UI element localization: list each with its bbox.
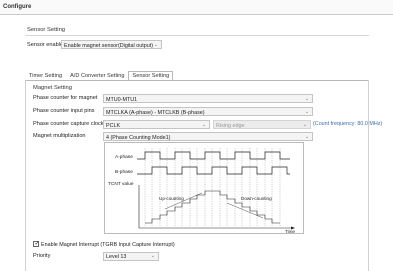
multiplication-value: 4 (Phase Counting Mode1) [106,134,171,141]
chevron-down-icon: ⌄ [304,95,309,102]
capture-clock-select[interactable]: PCLK ⌄ [103,120,210,129]
window-title: Configure [3,4,32,10]
count-frequency-text: (Count frequency: 80.0 MHz) [313,121,383,127]
tcnt-value-label: TCNT value [108,181,134,187]
chevron-down-icon: ⌄ [304,108,309,115]
input-pins-label: Phase counter input pins [33,108,95,114]
time-label: Time [285,229,295,234]
chevron-down-icon: ⌄ [304,133,309,140]
input-pins-select[interactable]: MTCLKA (A-phase) - MTCLKB (B-phase) ⌄ [103,107,313,116]
phase-counter-label: Phase counter for magnet [33,95,98,101]
sensor-enable-select[interactable]: Enable magnet sensor(Digital output) ⌄ [61,40,162,49]
chevron-down-icon: ⌄ [150,253,155,259]
chevron-down-icon: ⌄ [302,121,307,128]
chevron-down-icon: ⌄ [153,41,158,48]
enable-interrupt-label: Enable Magnet Interrupt (TGRB Input Capt… [41,241,175,248]
phase-counter-select[interactable]: MTU0-MTU1 ⌄ [103,94,313,103]
chevron-down-icon: ⌄ [201,121,206,128]
priority-value: Level 13 [106,254,127,260]
phase-counter-value: MTU0-MTU1 [106,96,138,103]
down-counting-label: Down-counting [241,196,272,201]
a-phase-label: A-phase [115,154,133,160]
sensor-setting-divider [25,35,369,36]
up-counting-label: Up-counting [159,196,184,201]
phase-counting-diagram: A-phase B-phase TCNT value Up-counting D… [104,142,304,234]
magnet-setting-group-label: Magnet Setting [33,85,72,91]
capture-clock-value: PCLK [106,122,121,129]
priority-label: Priority [33,253,51,259]
window-titlebar: Configure [0,0,393,15]
down-counting-arrow [226,202,264,219]
priority-select[interactable]: Level 13 ⌄ [103,251,159,261]
a-phase-waveform [137,151,290,160]
sensor-enable-label: Sensor enable [27,41,64,48]
input-pins-value: MTCLKA (A-phase) - MTCLKB (B-phase) [106,109,205,116]
enable-interrupt-checkbox[interactable]: ✓ [33,240,40,247]
multiplication-select[interactable]: 4 (Phase Counting Mode1) ⌄ [103,132,313,141]
capture-edge-value: Rising edge [216,122,245,129]
sensor-setting-group-label: Sensor Setting [27,27,66,33]
capture-edge-select[interactable]: Rising edge ⌄ [213,120,311,129]
capture-clock-label: Phase counter capture clock [33,121,104,127]
multiplication-label: Magnet multiplization [33,133,86,139]
b-phase-label: B-phase [115,169,133,175]
sensor-enable-value: Enable magnet sensor(Digital output) [64,42,153,49]
checkmark-icon: ✓ [34,240,40,247]
timing-diagram-svg: A-phase B-phase TCNT value Up-counting D… [108,148,295,234]
